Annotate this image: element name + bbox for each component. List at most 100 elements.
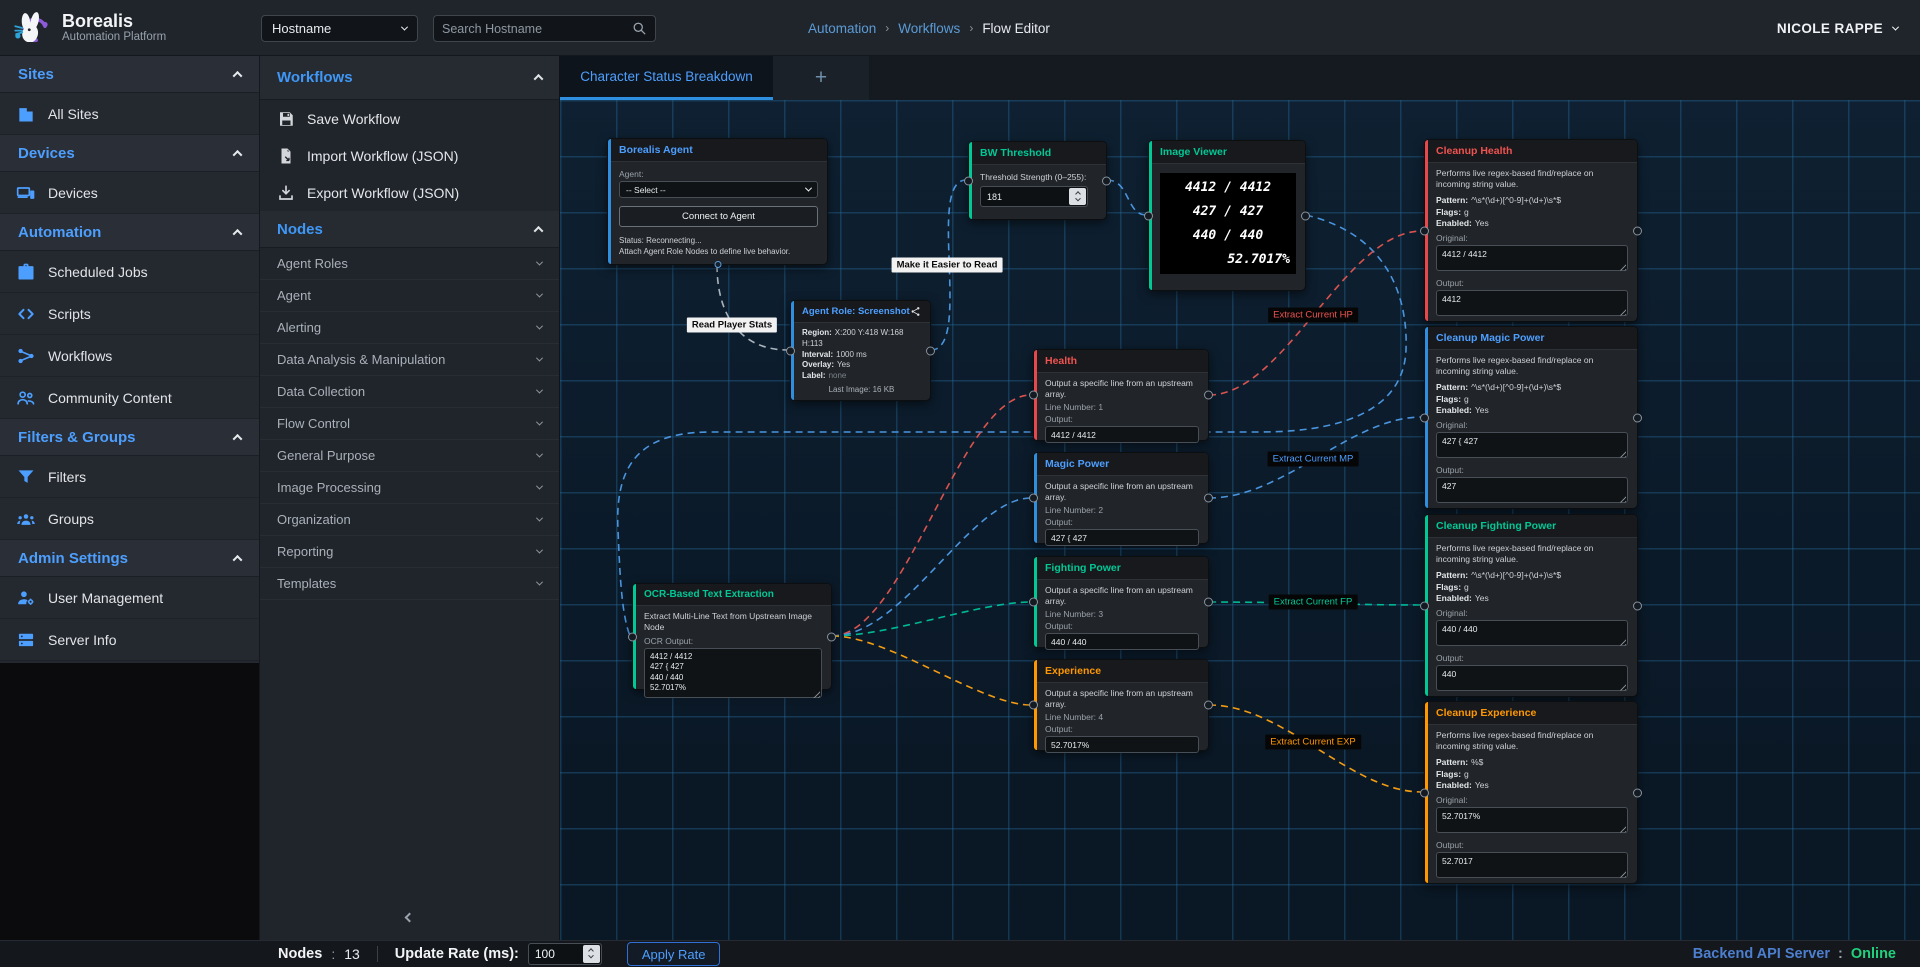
output-value[interactable] (1045, 529, 1199, 546)
chevron-down-icon (536, 259, 543, 266)
section-admin-settings[interactable]: Admin Settings (0, 540, 259, 577)
panel-item-label: Import Workflow (JSON) (307, 148, 458, 164)
node-description: Output a specific line from an upstream … (1045, 688, 1199, 710)
flow-canvas[interactable]: Borealis Agent Agent: -- Select -- Conne… (560, 100, 1920, 940)
output-label: Output: (1436, 653, 1628, 663)
node-category-organization[interactable]: Organization (260, 504, 559, 536)
sidebar-item-label: Devices (48, 185, 98, 201)
flags-row: Flags:g (1436, 769, 1628, 780)
output-label: Output: (1436, 278, 1628, 288)
node-category-data-collection[interactable]: Data Collection (260, 376, 559, 408)
brand: Borealis Automation Platform (0, 7, 250, 49)
update-rate-label: Update Rate (ms): (395, 946, 519, 962)
enabled-row: Enabled:Yes (1436, 405, 1628, 416)
node-cleanup-fighting-power[interactable]: Cleanup Fighting Power Performs live reg… (1424, 514, 1638, 697)
node-ocr-text-extraction[interactable]: OCR-Based Text Extraction Extract Multi-… (632, 583, 832, 690)
node-category-agent-roles[interactable]: Agent Roles (260, 248, 559, 280)
agent-select[interactable]: -- Select -- (619, 181, 818, 198)
update-rate-input[interactable] (529, 944, 582, 964)
ocr-output-textarea[interactable]: 4412 / 4412 427 { 427 440 / 440 52.7017% (644, 648, 822, 698)
original-textarea[interactable]: 52.7017% (1436, 807, 1628, 833)
search-input[interactable] (442, 22, 632, 36)
import-workflow-button[interactable]: Import Workflow (JSON) (260, 137, 559, 174)
panel-nodes-header[interactable]: Nodes (260, 211, 559, 248)
output-textarea[interactable]: 427 (1436, 477, 1628, 503)
tab-bar: Character Status Breakdown + (560, 56, 1920, 100)
sidebar-item-all-sites[interactable]: All Sites (0, 93, 259, 135)
sidebar-item-devices[interactable]: Devices (0, 172, 259, 214)
node-cleanup-magic-power[interactable]: Cleanup Magic Power Performs live regex-… (1424, 326, 1638, 509)
node-category-general-purpose[interactable]: General Purpose (260, 440, 559, 472)
breadcrumb-separator: › (885, 21, 889, 35)
node-magic-power[interactable]: Magic Power Output a specific line from … (1033, 452, 1209, 544)
number-spinner[interactable] (1069, 188, 1086, 205)
collapse-panel-button[interactable] (260, 904, 559, 930)
output-textarea[interactable]: 4412 (1436, 290, 1628, 316)
section-devices[interactable]: Devices (0, 135, 259, 172)
enabled-row: Enabled:Yes (1436, 780, 1628, 791)
hostname-select[interactable]: Hostname (261, 15, 418, 42)
node-image-viewer[interactable]: Image Viewer 4412 / 4412 427 / 427 440 /… (1148, 140, 1306, 291)
save-workflow-button[interactable]: Save Workflow (260, 100, 559, 137)
node-health[interactable]: Health Output a specific line from an up… (1033, 349, 1209, 441)
backend-status-badge: Online (1851, 946, 1896, 962)
node-title: Experience (1034, 660, 1208, 683)
nodes-count-value: 13 (344, 946, 360, 962)
apply-rate-button[interactable]: Apply Rate (627, 942, 721, 966)
original-label: Original: (1436, 233, 1628, 243)
connect-to-agent-button[interactable]: Connect to Agent (619, 206, 818, 227)
node-category-templates[interactable]: Templates (260, 568, 559, 600)
breadcrumb-automation[interactable]: Automation (808, 21, 876, 36)
sidebar-item-scheduled-jobs[interactable]: Scheduled Jobs (0, 251, 259, 293)
section-sites[interactable]: Sites (0, 56, 259, 93)
output-value[interactable] (1045, 633, 1199, 650)
node-category-agent[interactable]: Agent (260, 280, 559, 312)
node-agent-role-screenshot[interactable]: Agent Role: Screenshot Region:X:200 Y:41… (790, 300, 931, 401)
node-description: Output a specific line from an upstream … (1045, 481, 1199, 503)
sidebar-item-filters[interactable]: Filters (0, 456, 259, 498)
node-fighting-power[interactable]: Fighting Power Output a specific line fr… (1033, 556, 1209, 648)
pattern-row: Pattern:^\s*(\d+)[^0-9]+(\d+)\s*$ (1436, 382, 1628, 393)
category-label: General Purpose (277, 448, 375, 463)
node-experience[interactable]: Experience Output a specific line from a… (1033, 659, 1209, 751)
line-number: Line Number: 1 (1045, 402, 1199, 412)
node-bw-threshold[interactable]: BW Threshold Threshold Strength (0–255): (968, 141, 1107, 220)
breadcrumb-workflows[interactable]: Workflows (898, 21, 960, 36)
sidebar-item-groups[interactable]: Groups (0, 498, 259, 540)
threshold-input[interactable] (981, 187, 1068, 206)
tab-character-status-breakdown[interactable]: Character Status Breakdown (560, 56, 773, 100)
node-cleanup-health[interactable]: Cleanup Health Performs live regex-based… (1424, 139, 1638, 322)
node-category-reporting[interactable]: Reporting (260, 536, 559, 568)
sidebar-item-scripts[interactable]: Scripts (0, 293, 259, 335)
output-value[interactable] (1045, 736, 1199, 753)
original-textarea[interactable]: 427 { 427 (1436, 432, 1628, 458)
workflow-panel: Workflows Save Workflow Import Workflow … (260, 56, 560, 940)
node-category-image-processing[interactable]: Image Processing (260, 472, 559, 504)
node-borealis-agent[interactable]: Borealis Agent Agent: -- Select -- Conne… (607, 138, 828, 265)
export-workflow-button[interactable]: Export Workflow (JSON) (260, 174, 559, 211)
panel-workflows-header[interactable]: Workflows (260, 56, 559, 100)
original-textarea[interactable]: 440 / 440 (1436, 620, 1628, 646)
search-icon[interactable] (632, 21, 647, 36)
output-value[interactable] (1045, 426, 1199, 443)
import-icon (277, 147, 295, 165)
node-category-data-analysis[interactable]: Data Analysis & Manipulation (260, 344, 559, 376)
number-spinner[interactable] (583, 945, 600, 963)
section-automation[interactable]: Automation (0, 214, 259, 251)
node-category-flow-control[interactable]: Flow Control (260, 408, 559, 440)
sidebar-item-user-management[interactable]: User Management (0, 577, 259, 619)
add-tab-button[interactable]: + (773, 56, 869, 100)
output-textarea[interactable]: 52.7017 (1436, 852, 1628, 878)
node-cleanup-experience[interactable]: Cleanup Experience Performs live regex-b… (1424, 701, 1638, 884)
sidebar-item-workflows[interactable]: Workflows (0, 335, 259, 377)
user-menu[interactable]: NICOLE RAPPE (1777, 0, 1898, 56)
section-filters-groups[interactable]: Filters & Groups (0, 419, 259, 456)
original-textarea[interactable]: 4412 / 4412 (1436, 245, 1628, 271)
output-handle[interactable] (714, 261, 721, 268)
image-preview: 4412 / 4412 427 / 427 440 / 440 52.7017% (1160, 173, 1296, 274)
node-category-alerting[interactable]: Alerting (260, 312, 559, 344)
output-textarea[interactable]: 440 (1436, 665, 1628, 691)
share-icon[interactable] (910, 306, 921, 317)
sidebar-item-server-info[interactable]: Server Info (0, 619, 259, 661)
sidebar-item-community-content[interactable]: Community Content (0, 377, 259, 419)
